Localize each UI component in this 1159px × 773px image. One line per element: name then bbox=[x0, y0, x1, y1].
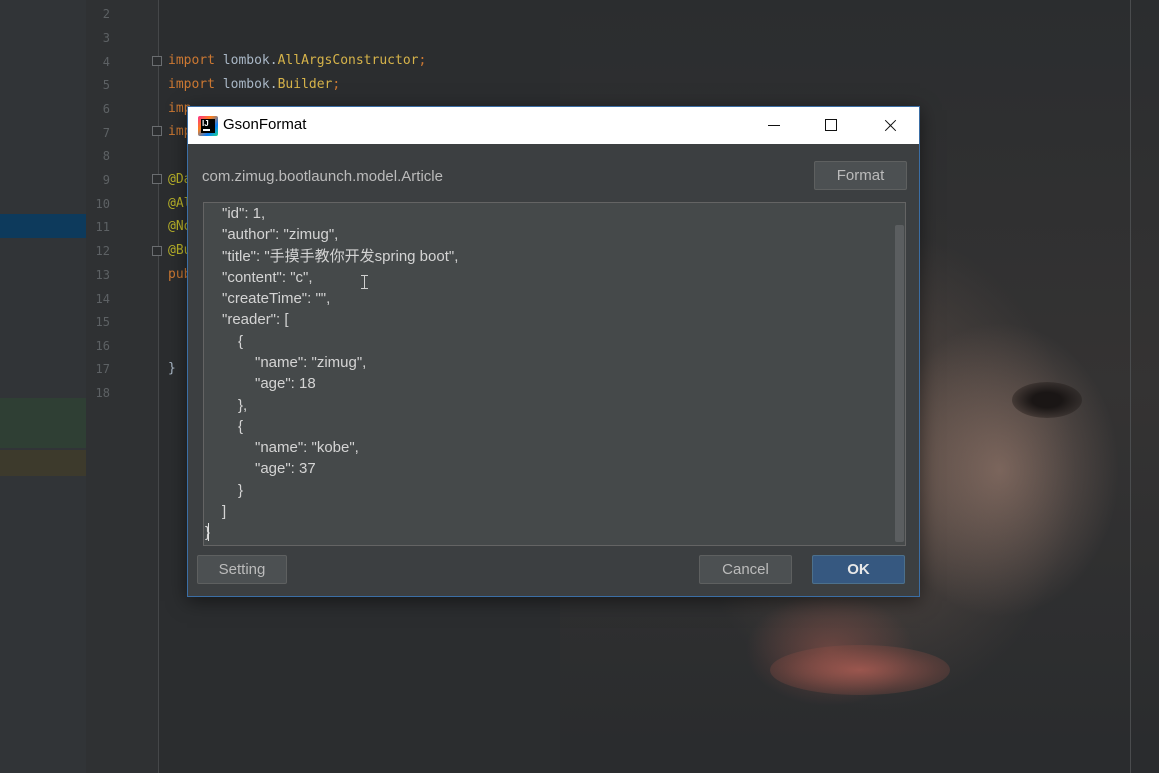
line-number: 4 bbox=[102, 55, 110, 69]
format-button[interactable]: Format bbox=[814, 161, 907, 190]
text-caret bbox=[208, 523, 209, 541]
line-number: 15 bbox=[95, 315, 110, 329]
dialog-title: GsonFormat bbox=[223, 116, 307, 133]
code-line-import[interactable]: import lombok.Builder; bbox=[168, 77, 340, 92]
line-number: 16 bbox=[95, 339, 110, 353]
line-number: 12 bbox=[95, 244, 110, 258]
line-number: 5 bbox=[102, 78, 110, 92]
json-line: "age": 18 bbox=[255, 375, 316, 392]
json-line: "name": "kobe", bbox=[255, 439, 359, 456]
line-number: 10 bbox=[95, 197, 110, 211]
line-number: 6 bbox=[102, 102, 110, 116]
project-item-highlight[interactable] bbox=[0, 398, 86, 448]
line-number: 7 bbox=[102, 126, 110, 140]
dialog-titlebar[interactable]: IJ GsonFormat bbox=[188, 107, 919, 144]
gsonformat-dialog: IJ GsonFormat com.zimug.bootlaunch.model… bbox=[187, 106, 920, 597]
json-line: } bbox=[238, 482, 244, 499]
fold-icon[interactable] bbox=[152, 56, 162, 66]
line-number: 8 bbox=[102, 149, 110, 163]
cancel-button[interactable]: Cancel bbox=[699, 555, 792, 584]
setting-button[interactable]: Setting bbox=[197, 555, 287, 584]
json-line: { bbox=[238, 333, 244, 350]
line-number: 11 bbox=[95, 220, 110, 234]
line-number: 13 bbox=[95, 268, 110, 282]
wallpaper-eye bbox=[1012, 382, 1082, 418]
code-line-brace[interactable]: } bbox=[168, 361, 176, 376]
close-icon[interactable] bbox=[861, 107, 919, 144]
fold-icon[interactable] bbox=[152, 246, 162, 256]
project-item-highlight[interactable] bbox=[0, 450, 86, 476]
json-line: "age": 37 bbox=[255, 460, 316, 477]
json-line: ] bbox=[222, 503, 227, 520]
class-name-label: com.zimug.bootlaunch.model.Article bbox=[202, 168, 443, 185]
code-line-import[interactable]: import lombok.AllArgsConstructor; bbox=[168, 53, 426, 68]
json-line: "author": "zimug", bbox=[222, 226, 339, 243]
json-line: "id": 1, bbox=[222, 205, 266, 222]
project-panel bbox=[0, 0, 86, 773]
selected-project-item[interactable] bbox=[0, 214, 86, 238]
json-editor[interactable]: "id": 1, "author": "zimug", "title": "手摸… bbox=[203, 202, 906, 546]
json-line: { bbox=[238, 418, 244, 435]
json-line: }, bbox=[238, 397, 248, 414]
json-line: "content": "c", bbox=[222, 269, 313, 286]
line-number: 17 bbox=[95, 362, 110, 376]
maximize-icon[interactable] bbox=[802, 107, 860, 144]
json-line: "reader": [ bbox=[222, 311, 289, 328]
minimize-icon[interactable] bbox=[745, 107, 803, 144]
ok-button[interactable]: OK bbox=[812, 555, 905, 584]
wallpaper-lips bbox=[770, 645, 950, 695]
line-number: 3 bbox=[102, 31, 110, 45]
line-number: 9 bbox=[102, 173, 110, 187]
ibeam-cursor-icon bbox=[361, 275, 368, 289]
intellij-app-icon: IJ bbox=[198, 116, 218, 136]
editor-scrollbar[interactable] bbox=[895, 225, 904, 542]
line-number: 14 bbox=[95, 292, 110, 306]
json-line: "title": "手摸手教你开发spring boot", bbox=[222, 248, 459, 265]
fold-icon[interactable] bbox=[152, 174, 162, 184]
json-line: "name": "zimug", bbox=[255, 354, 367, 371]
line-number: 2 bbox=[102, 7, 110, 21]
gutter-divider bbox=[158, 0, 159, 773]
json-line: "createTime": "", bbox=[222, 290, 331, 307]
editor-right-edge bbox=[1130, 0, 1131, 773]
fold-icon[interactable] bbox=[152, 126, 162, 136]
line-number: 18 bbox=[95, 386, 110, 400]
